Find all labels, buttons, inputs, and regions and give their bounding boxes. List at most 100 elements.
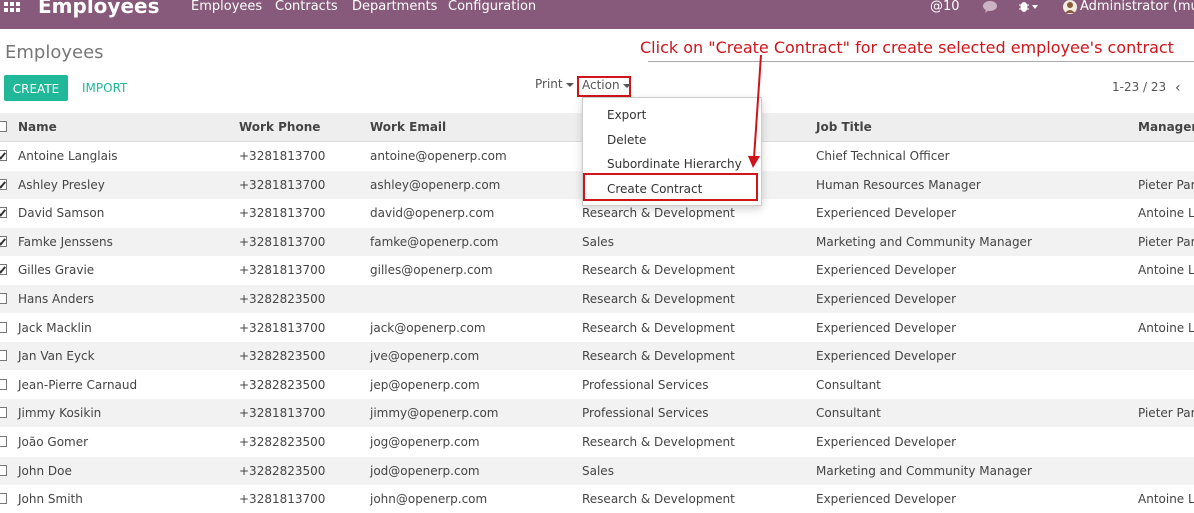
column-header-work-phone[interactable]: Work Phone xyxy=(239,120,320,134)
cell-name: Famke Jenssens xyxy=(18,234,113,249)
cell-work-phone: +3282823500 xyxy=(239,377,326,392)
table-row[interactable]: John Doe +3282823500 jod@openerp.com Sales M… xyxy=(0,456,1194,485)
cell-work-email: david@openerp.com xyxy=(370,206,495,221)
cell-manager: Antoine La xyxy=(1138,320,1194,335)
row-checkbox[interactable] xyxy=(0,264,7,276)
cell-manager: Pieter Par xyxy=(1138,177,1194,192)
caret-down-icon xyxy=(565,82,574,87)
at-icon: @ xyxy=(930,0,943,14)
cell-job-title: Marketing and Community Manager xyxy=(816,463,1032,478)
row-checkbox[interactable] xyxy=(0,493,7,505)
table-row[interactable]: Hans Anders +3282823500 Research & Develop… xyxy=(0,285,1194,313)
column-header-manager[interactable]: Manager xyxy=(1138,120,1194,134)
row-checkbox[interactable] xyxy=(0,207,7,219)
cell-manager: Pieter Par xyxy=(1138,406,1194,421)
caret-down-icon xyxy=(622,83,631,88)
column-header-work-email[interactable]: Work Email xyxy=(370,120,446,134)
row-checkbox[interactable] xyxy=(0,178,7,190)
column-header-job-title[interactable]: Job Title xyxy=(816,120,872,134)
row-checkbox[interactable] xyxy=(0,407,7,419)
chat-icon[interactable] xyxy=(982,0,999,14)
cell-work-email: famke@openerp.com xyxy=(370,234,499,249)
menu-contracts[interactable]: Contracts xyxy=(275,0,338,14)
row-checkbox[interactable] xyxy=(0,321,7,333)
chevron-left-icon[interactable]: ‹ xyxy=(1175,80,1181,96)
user-avatar-icon xyxy=(1063,0,1077,14)
row-checkbox[interactable] xyxy=(0,150,7,161)
select-all-checkbox[interactable] xyxy=(0,121,7,132)
table-row[interactable]: Jan Van Eyck +3282823500 jve@openerp.com Re… xyxy=(0,342,1194,371)
cell-work-email: gilles@openerp.com xyxy=(370,263,493,278)
cell-name: Ashley Presley xyxy=(18,177,105,192)
cell-job-title: Chief Technical Officer xyxy=(816,149,950,163)
menu-item-subordinate-hierarchy[interactable]: Subordinate Hierarchy xyxy=(607,157,742,171)
mentions-button[interactable]: @10 xyxy=(930,0,960,14)
user-menu[interactable]: Administrator (multi xyxy=(1080,0,1194,14)
cell-work-phone: +3281813700 xyxy=(239,234,326,249)
menu-item-delete[interactable]: Delete xyxy=(607,133,646,147)
cell-work-phone: +3282823500 xyxy=(239,349,326,364)
apps-grid-icon[interactable] xyxy=(4,2,20,18)
cell-job-title: Experienced Developer xyxy=(816,206,957,221)
cell-name: Jimmy Kosikin xyxy=(18,406,102,421)
table-row[interactable]: João Gomer +3282823500 jog@openerp.com Rese… xyxy=(0,428,1194,456)
menu-employees[interactable]: Employees xyxy=(191,0,262,14)
table-row[interactable]: Jean-Pierre Carnaud +3282823500 jep@opener… xyxy=(0,371,1194,399)
action-menu: Export Delete Subordinate Hierarchy Crea… xyxy=(582,97,762,206)
row-checkbox[interactable] xyxy=(0,436,7,447)
cell-work-email: jimmy@openerp.com xyxy=(370,406,499,421)
import-button[interactable]: IMPORT xyxy=(82,81,127,95)
cell-name: Jan Van Eyck xyxy=(18,349,95,364)
cell-job-title: Experienced Developer xyxy=(816,349,957,364)
cell-department: Professional Services xyxy=(582,377,709,392)
cell-name: David Samson xyxy=(18,206,105,221)
cell-work-email: jep@openerp.com xyxy=(370,377,480,392)
page-title: Employees xyxy=(5,42,104,63)
cell-name: John Smith xyxy=(18,492,83,507)
cell-work-phone: +3281813700 xyxy=(239,406,326,421)
menu-departments[interactable]: Departments xyxy=(352,0,437,14)
cell-department: Research & Development xyxy=(582,292,735,306)
debug-bug-icon[interactable] xyxy=(1018,0,1040,14)
cell-department: Sales xyxy=(582,463,614,478)
create-button[interactable]: CREATE xyxy=(4,75,68,101)
row-checkbox[interactable] xyxy=(0,235,7,247)
action-dropdown[interactable]: Action xyxy=(577,76,631,97)
cell-job-title: Marketing and Community Manager xyxy=(816,234,1032,249)
row-checkbox[interactable] xyxy=(0,464,7,476)
cell-work-phone: +3282823500 xyxy=(239,292,326,306)
cell-work-phone: +3281813700 xyxy=(239,149,326,163)
mentions-count: 10 xyxy=(943,0,960,14)
cell-name: João Gomer xyxy=(18,435,89,449)
menu-item-create-contract[interactable]: Create Contract xyxy=(607,182,702,196)
row-checkbox[interactable] xyxy=(0,378,7,390)
cell-job-title: Experienced Developer xyxy=(816,435,957,449)
cell-job-title: Experienced Developer xyxy=(816,263,957,278)
cell-department: Professional Services xyxy=(582,406,709,421)
row-checkbox[interactable] xyxy=(0,350,7,362)
cell-name: Gilles Gravie xyxy=(18,263,95,278)
cell-department: Sales xyxy=(582,234,614,249)
cell-department: Research & Development xyxy=(582,263,735,278)
row-checkbox[interactable] xyxy=(0,293,7,304)
table-row[interactable]: Gilles Gravie +3281813700 gilles@openerp.c… xyxy=(0,256,1194,284)
pager-value[interactable]: 1-23 / 23 xyxy=(1112,80,1166,94)
print-dropdown[interactable]: Print xyxy=(535,77,574,91)
cell-department: Research & Development xyxy=(582,435,735,449)
table-row[interactable]: John Smith +3281813700 john@openerp.com Res… xyxy=(0,485,1194,513)
cell-manager: Antoine La xyxy=(1138,206,1194,221)
annotation-underline xyxy=(648,61,1194,62)
cell-name: Jack Macklin xyxy=(18,320,92,335)
cell-name: John Doe xyxy=(18,463,72,478)
table-row[interactable]: Jack Macklin +3281813700 jack@openerp.com R… xyxy=(0,314,1194,342)
cell-work-phone: +3282823500 xyxy=(239,463,326,478)
cell-work-phone: +3281813700 xyxy=(239,263,326,278)
menu-item-export[interactable]: Export xyxy=(607,108,646,122)
menu-configuration[interactable]: Configuration xyxy=(448,0,536,14)
table-row[interactable]: Jimmy Kosikin +3281813700 jimmy@openerp.co… xyxy=(0,399,1194,428)
cell-work-phone: +3281813700 xyxy=(239,320,326,335)
cell-department: Research & Development xyxy=(582,349,735,364)
table-row[interactable]: Famke Jenssens +3281813700 famke@openerp.c… xyxy=(0,227,1194,256)
cell-work-email: antoine@openerp.com xyxy=(370,149,507,163)
column-header-name[interactable]: Name xyxy=(18,120,57,134)
